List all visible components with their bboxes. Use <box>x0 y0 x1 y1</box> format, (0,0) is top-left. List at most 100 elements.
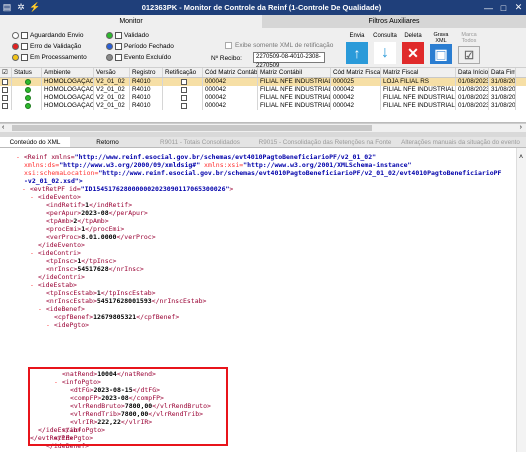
legend-validado[interactable]: Validado <box>106 32 149 39</box>
col-matriz-contabil[interactable]: Matriz Contábil <box>258 68 331 77</box>
maximize-button[interactable]: □ <box>496 1 511 14</box>
highlight-box <box>28 367 228 446</box>
deleta-button[interactable]: Deleta ✕ <box>400 31 426 65</box>
table-row[interactable]: HOMOLOGAÇÃO V2_01_02 R4010 000042 FILIAL… <box>0 86 526 94</box>
collapse-icon[interactable]: - <box>16 153 24 161</box>
checkbox[interactable] <box>21 32 28 39</box>
marca-todos-button[interactable]: Marca Todos ☑ <box>456 31 482 65</box>
xml-vertical-scrollbar[interactable]: ˄ <box>516 148 526 452</box>
row-checkbox[interactable] <box>2 103 8 109</box>
col-retificacao[interactable]: Retificação <box>163 68 203 77</box>
legend-aguardando[interactable]: Aguardando Envio <box>12 32 84 39</box>
tab-retorno[interactable]: Retorno <box>70 137 145 147</box>
legend-erro[interactable]: Erro de Validação <box>12 43 81 50</box>
tab-filtros-auxiliares[interactable]: Filtros Auxiliares <box>262 15 526 28</box>
scroll-right-icon[interactable]: › <box>520 124 522 131</box>
tab-monitor[interactable]: Monitor <box>0 15 262 28</box>
collapse-icon[interactable]: - <box>30 193 38 201</box>
table-row[interactable]: HOMOLOGAÇÃO V2_01_02 R4010 000042 FILIAL… <box>0 94 526 102</box>
collapse-icon[interactable]: - <box>22 185 30 193</box>
col-cod-matriz-contabil[interactable]: Cód Matriz Contábil <box>203 68 258 77</box>
status-dot-icon <box>12 54 19 61</box>
xml-line: <tpInscEstab>1</tpInscEstab> <box>46 289 156 297</box>
xml-line: - <ideEvento> <box>30 193 81 201</box>
xml-line: - <ideBenef> <box>38 305 85 313</box>
collapse-icon[interactable]: - <box>30 281 38 289</box>
app-menu-icon[interactable]: ▤ <box>0 2 14 14</box>
retificacao-filter[interactable]: Exibe somente XML de retificação <box>225 42 333 49</box>
xml-line: -v2_01_02.xsd"> <box>24 177 83 185</box>
upload-icon: ↑ <box>346 42 368 64</box>
envia-button[interactable]: Envia ↑ <box>344 31 370 65</box>
grid-horizontal-scrollbar[interactable]: ‹ › <box>0 123 526 132</box>
retificacao-checkbox[interactable] <box>180 79 187 85</box>
xml-line: <cpfBenef>12679805321</cpfBenef> <box>54 313 180 321</box>
retificacao-checkbox[interactable] <box>180 103 187 109</box>
scrollbar-thumb[interactable] <box>12 125 372 131</box>
tab-r9015[interactable]: R9015 - Consolidação das Retenções na Fo… <box>255 137 395 147</box>
settings-icon[interactable]: ✲ <box>14 2 28 14</box>
bottom-tabs: Conteúdo do XML Retorno R9011 - Totais C… <box>0 137 526 148</box>
checkbox[interactable] <box>115 32 122 39</box>
checkbox[interactable] <box>115 54 122 61</box>
col-registro[interactable]: Registro <box>130 68 163 77</box>
events-grid: ☑ Status Ambiente Versão Registro Retifi… <box>0 68 526 123</box>
xml-line: - <ideEstab> <box>30 281 77 289</box>
status-dot-icon <box>12 32 19 39</box>
save-icon: ▣ <box>430 44 452 64</box>
consulta-button[interactable]: Consulta ↓ <box>372 31 398 65</box>
status-validado-icon <box>24 79 31 85</box>
xml-line: </ideEvento> <box>38 241 85 249</box>
xml-line: <tpAmb>2</tpAmb> <box>46 217 109 225</box>
top-tabs: Monitor Filtros Auxiliares <box>0 15 526 28</box>
checkbox[interactable] <box>115 43 122 50</box>
col-data-inicio[interactable]: Data Início <box>456 68 489 77</box>
xml-line: <verProc>8.01.0000</verProc> <box>46 233 156 241</box>
retificacao-checkbox[interactable] <box>180 87 187 93</box>
xml-line: - <ideContri> <box>30 249 81 257</box>
xml-line: <nrInsc>54517628</nrInsc> <box>46 265 144 273</box>
collapse-icon[interactable]: - <box>46 321 54 329</box>
col-select[interactable]: ☑ <box>0 68 12 77</box>
row-checkbox[interactable] <box>2 95 8 101</box>
grid-header: ☑ Status Ambiente Versão Registro Retifi… <box>0 68 526 78</box>
xml-line: <procEmi>1</procEmi> <box>46 225 125 233</box>
tab-r9011[interactable]: R9011 - Totais Consolidados <box>145 137 255 147</box>
collapse-icon[interactable]: - <box>38 305 46 313</box>
status-dot-icon <box>106 32 113 39</box>
delete-icon: ✕ <box>402 42 424 64</box>
xml-line: <nrInscEstab>54517628001593</nrInscEstab… <box>46 297 207 305</box>
xml-line: </ideContri> <box>38 273 85 281</box>
col-ambiente[interactable]: Ambiente <box>42 68 94 77</box>
close-button[interactable]: ✕ <box>511 1 526 14</box>
legend-processamento[interactable]: Em Processamento <box>12 54 87 61</box>
xml-line: <perApur>2023-08</perApur> <box>46 209 148 217</box>
retificacao-checkbox[interactable] <box>180 95 187 101</box>
recibo-input[interactable]: 2270509-08-4010-2308-2270509 <box>253 52 325 69</box>
grava-xml-button[interactable]: Grava XML ▣ <box>428 31 454 65</box>
col-versao[interactable]: Versão <box>94 68 130 77</box>
checkbox[interactable] <box>225 42 232 49</box>
checkbox[interactable] <box>21 43 28 50</box>
status-dot-icon <box>106 54 113 61</box>
collapse-icon[interactable]: - <box>30 249 38 257</box>
legend-excluido[interactable]: Evento Excluído <box>106 54 171 61</box>
row-checkbox[interactable] <box>2 87 8 93</box>
col-status[interactable]: Status <box>12 68 42 77</box>
table-row[interactable]: HOMOLOGAÇÃO V2_01_02 R4010 000042 FILIAL… <box>0 102 526 110</box>
table-row[interactable]: HOMOLOGAÇÃO V2_01_02 R4010 000042 FILIAL… <box>0 78 526 86</box>
legend-periodo[interactable]: Período Fechado <box>106 43 174 50</box>
minimize-button[interactable]: — <box>481 1 496 14</box>
col-data-fim[interactable]: Data Fim <box>489 68 516 77</box>
col-cod-matriz-fiscal[interactable]: Cód Matriz Fiscal <box>331 68 381 77</box>
col-matriz-fiscal[interactable]: Matriz Fiscal <box>381 68 456 77</box>
checkbox[interactable] <box>21 54 28 61</box>
row-checkbox[interactable] <box>2 79 8 85</box>
scroll-up-icon[interactable]: ˄ <box>519 154 523 161</box>
pin-icon[interactable]: ⚡ <box>28 2 42 14</box>
scroll-left-icon[interactable]: ‹ <box>2 124 4 131</box>
title-bar: ▤ ✲ ⚡ 012363PK - Monitor de Controle da … <box>0 0 526 15</box>
check-all-icon: ☑ <box>458 46 480 64</box>
tab-alteracoes[interactable]: Alterações manuais da situação do evento <box>395 137 526 147</box>
tab-conteudo-xml[interactable]: Conteúdo do XML <box>0 137 70 147</box>
